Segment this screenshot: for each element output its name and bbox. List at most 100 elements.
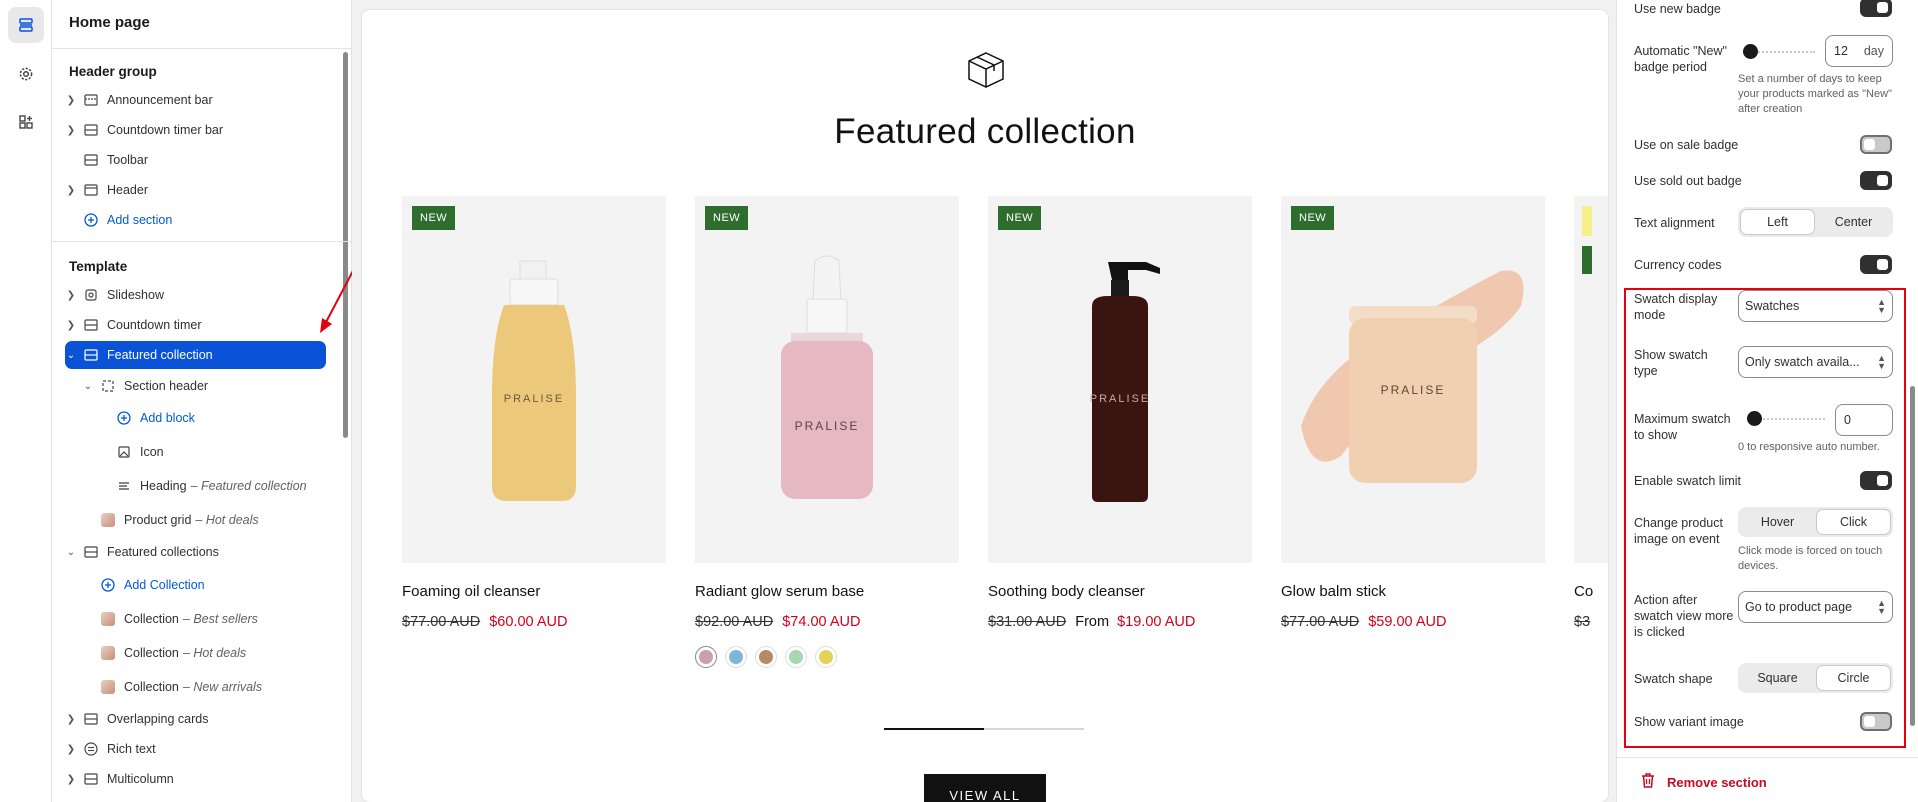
apps-icon[interactable] [8,104,44,140]
show-variant-image-toggle[interactable] [1860,712,1892,731]
tree-item-label: Rich text [107,742,156,756]
currency-codes-toggle[interactable] [1860,255,1892,274]
swatch-option[interactable] [785,646,807,668]
compare-price: $3 [1574,614,1591,630]
product-image[interactable]: NEW PRALISE [988,196,1252,563]
chevron-down-icon[interactable]: ⌄ [65,547,77,558]
product-card-peek[interactable]: Co $3 [1574,196,1608,630]
product-name[interactable]: Radiant glow serum base [695,583,959,600]
click-option[interactable]: Click [1817,510,1890,534]
add-collection-button[interactable]: Add Collection [100,571,205,599]
product-card[interactable]: NEW PRALISE Foaming oil cleanser $77.00 … [402,196,666,630]
change-image-event-help: Click mode is forced on touch devices. [1738,545,1883,572]
chevron-right-icon[interactable]: ❯ [65,290,77,301]
hover-option[interactable]: Hover [1741,510,1814,534]
box-icon [966,50,1006,93]
slider-knob[interactable] [1743,44,1758,59]
select-arrows-icon: ▲ ▼ [1877,598,1886,616]
tree-item-featured-collection[interactable]: ⌄ Featured collection [65,341,326,369]
product-name[interactable]: Foaming oil cleanser [402,583,666,600]
product-name[interactable]: Soothing body cleanser [988,583,1252,600]
tree-item-header[interactable]: ❯ Header [65,176,148,204]
storefront-preview: Featured collection NEW PRALISE Foaming … [352,0,1616,802]
tree-item-icon-block[interactable]: Icon [116,438,164,466]
view-all-button[interactable]: VIEW ALL [924,774,1046,802]
tree-item-sublabel: – New arrivals [182,680,263,694]
product-image[interactable]: NEW PRALISE [695,196,959,563]
swatch-option[interactable] [695,646,717,668]
use-sale-badge-toggle[interactable] [1860,135,1892,154]
auto-new-slider[interactable] [1743,44,1815,59]
max-swatch-slider[interactable] [1747,411,1825,426]
tree-item-collection-hot-deals[interactable]: Collection – Hot deals [100,639,246,667]
show-swatch-type-select[interactable]: Only swatch availa... ▲ ▼ [1738,346,1893,378]
tree-item-rich-text[interactable]: ❯ Rich text [65,735,156,763]
tree-item-collection-new-arrivals[interactable]: Collection – New arrivals [100,673,262,701]
image-icon [116,444,132,460]
tree-item-label: Featured collection [107,348,213,362]
circle-option[interactable]: Circle [1817,666,1890,690]
section-icon [83,122,99,138]
settings-scrollbar[interactable] [1910,386,1915,726]
chevron-down-icon[interactable]: ⌄ [65,350,77,361]
sections-icon[interactable] [8,7,44,43]
auto-new-input[interactable]: 12 day [1825,35,1893,67]
swatch-option[interactable] [725,646,747,668]
swatch-option[interactable] [815,646,837,668]
tree-item-countdown-timer-bar[interactable]: ❯ Countdown timer bar [65,116,223,144]
align-left-option[interactable]: Left [1741,210,1814,234]
chevron-right-icon[interactable]: ❯ [65,320,77,331]
text-alignment-label: Text alignment [1634,216,1715,230]
use-new-badge-label: Use new badge [1634,2,1721,16]
swatch-display-mode-select[interactable]: Swatches ▲ ▼ [1738,290,1893,322]
use-new-badge-toggle[interactable] [1860,0,1892,17]
product-name[interactable]: Co [1574,583,1608,600]
action-after-select[interactable]: Go to product page ▲ ▼ [1738,591,1893,623]
max-swatch-input[interactable]: 0 [1835,404,1893,436]
product-image[interactable]: NEW PRALISE [1281,196,1545,563]
product-card[interactable]: NEW PRALISE Radiant glow serum base $92.… [695,196,959,668]
tree-item-heading-block[interactable]: Heading – Featured collection [116,472,307,500]
product-image[interactable]: NEW PRALISE [402,196,666,563]
tree-item-featured-collections[interactable]: ⌄ Featured collections [65,538,219,566]
chevron-right-icon[interactable]: ❯ [65,774,77,785]
add-section-button[interactable]: Add section [65,206,172,234]
product-card[interactable]: NEW PRALISE Glow balm stick $77.00 AUD $… [1281,196,1545,630]
product-name[interactable]: Glow balm stick [1281,583,1545,600]
tree-item-countdown-timer[interactable]: ❯ Countdown timer [65,311,202,339]
sale-price: $60.00 AUD [489,614,568,630]
use-sold-out-badge-toggle[interactable] [1860,171,1892,190]
tree-item-product-grid[interactable]: Product grid – Hot deals [100,506,259,534]
square-option[interactable]: Square [1741,666,1814,690]
swatch-option[interactable] [755,646,777,668]
enable-swatch-limit-toggle[interactable] [1860,471,1892,490]
chevron-right-icon[interactable]: ❯ [65,95,77,106]
tree-item-announcement-bar[interactable]: ❯ Announcement bar [65,86,213,114]
tree-item-label: Multicolumn [107,772,174,786]
gear-icon[interactable] [8,56,44,92]
chevron-right-icon[interactable]: ❯ [65,185,77,196]
slider-knob[interactable] [1747,411,1762,426]
chevron-right-icon[interactable]: ❯ [65,714,77,725]
add-block-button[interactable]: Add block [116,404,195,432]
tree-item-slideshow[interactable]: ❯ Slideshow [65,281,164,309]
product-image[interactable] [1574,196,1608,563]
tree-item-sublabel: – Hot deals [195,513,259,527]
product-card[interactable]: NEW PRALISE Soothing body cleanser $31.0… [988,196,1252,630]
tree-item-label: Section header [124,379,209,393]
tree-item-multicolumn[interactable]: ❯ Multicolumn [65,765,174,793]
slider-progress[interactable] [884,728,1084,730]
tree-item-collection-best-sellers[interactable]: Collection – Best sellers [100,605,258,633]
tree-item-toolbar[interactable]: Toolbar [65,146,148,174]
chevron-right-icon[interactable]: ❯ [65,744,77,755]
tree-item-overlapping-cards[interactable]: ❯ Overlapping cards [65,705,209,733]
tree-item-section-header[interactable]: ⌄ Section header [82,372,208,400]
remove-section-button[interactable]: Remove section [1641,773,1767,791]
align-center-option[interactable]: Center [1817,210,1890,234]
sale-price: $74.00 AUD [782,614,861,630]
product-price: $3 [1574,614,1608,630]
brand-label: PRALISE [795,419,860,433]
change-image-event-label: Change product image on event [1634,516,1723,546]
chevron-down-icon[interactable]: ⌄ [82,381,94,392]
chevron-right-icon[interactable]: ❯ [65,125,77,136]
